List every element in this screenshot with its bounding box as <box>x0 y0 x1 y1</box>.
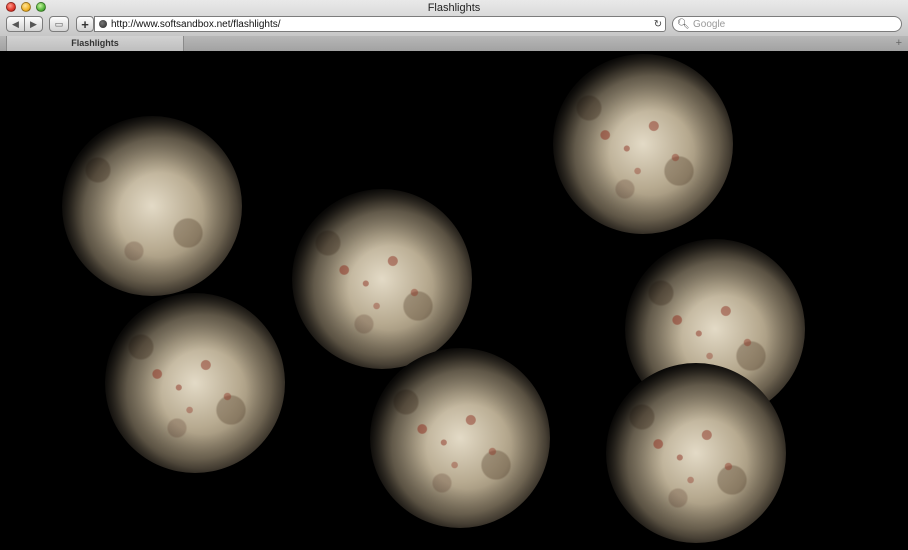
url-text[interactable]: http://www.softsandbox.net/flashlights/ <box>111 19 651 30</box>
title-bar: Flashlights ◀ ▶ ▭ + http://www.softsandb… <box>0 0 908 37</box>
back-button[interactable]: ◀ <box>6 16 25 32</box>
search-placeholder: Google <box>693 18 726 30</box>
flashlight-spot <box>553 54 733 234</box>
page-content[interactable] <box>0 51 908 550</box>
new-tab-icon[interactable]: + <box>896 36 902 50</box>
snapshot-button[interactable]: ▭ <box>49 16 69 32</box>
flashlight-spot <box>370 348 550 528</box>
tab-flashlights[interactable]: Flashlights <box>6 36 184 51</box>
reload-icon[interactable]: ↻ <box>651 19 665 30</box>
snapshot-icon: ▭ <box>54 18 64 29</box>
search-field[interactable]: 🔍︎ Google <box>672 16 902 32</box>
plus-icon: + <box>81 16 89 32</box>
add-bookmark-button[interactable]: + <box>76 16 94 32</box>
address-bar[interactable]: http://www.softsandbox.net/flashlights/ … <box>94 16 666 32</box>
site-favicon-icon <box>99 20 107 28</box>
forward-button[interactable]: ▶ <box>24 16 43 32</box>
flashlight-spot <box>62 116 242 296</box>
flashlight-spot <box>105 293 285 473</box>
back-arrow-icon: ◀ <box>12 18 19 29</box>
tab-bar: Flashlights + <box>0 36 908 52</box>
flashlight-spot <box>292 189 472 369</box>
flashlight-spot <box>606 363 786 543</box>
window-title: Flashlights <box>427 2 481 14</box>
forward-arrow-icon: ▶ <box>30 18 37 29</box>
browser-window: Flashlights ◀ ▶ ▭ + http://www.softsandb… <box>0 0 908 550</box>
search-icon: 🔍︎ <box>677 18 690 30</box>
